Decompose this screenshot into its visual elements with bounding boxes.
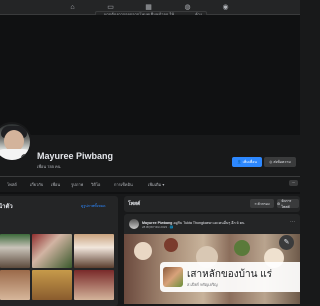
post-author-avatar[interactable] xyxy=(129,219,139,229)
message-label: ส่งข้อความ xyxy=(273,160,291,164)
photo-thumb[interactable] xyxy=(74,270,114,300)
overlay-subtitle: ส.เปียร์ หรัญเจริญ xyxy=(187,282,218,287)
tab-checkins[interactable]: การเช็คอิน xyxy=(114,181,133,188)
home-icon[interactable]: ⌂ xyxy=(68,3,77,12)
overlay-thumbnail xyxy=(163,267,183,287)
add-friend-icon: 👤 xyxy=(237,160,242,164)
tab-photos[interactable]: รูปภาพ xyxy=(71,181,83,188)
manage-posts-button[interactable]: ⚙ จัดการโพสต์ xyxy=(277,198,299,209)
post-meta[interactable]: 28 พฤษภาคม 2023 · 🌐 xyxy=(142,225,174,230)
photo-thumb[interactable] xyxy=(74,234,114,268)
posts-title: โพสต์ xyxy=(128,201,141,207)
filter-icon: ≡ xyxy=(254,201,257,206)
messenger-icon[interactable]: ✎ xyxy=(279,235,294,250)
tab-about[interactable]: เกี่ยวกับ xyxy=(30,181,43,188)
more-options-button[interactable]: ··· xyxy=(289,180,298,186)
divider xyxy=(0,176,300,177)
message-button[interactable]: ◎ ส่งข้อความ xyxy=(264,157,296,167)
tab-posts[interactable]: โพสต์ xyxy=(7,181,17,188)
friend-count[interactable]: เพื่อน 785 คน xyxy=(37,163,60,170)
camera-icon[interactable]: ● xyxy=(21,154,29,160)
profile-tabs: โพสต์ เกี่ยวกับ เพื่อน รูปภาพ วิดีโอ การ… xyxy=(0,181,300,191)
media-overlay[interactable]: เสาหลักของบ้าน แร่ ส.เปียร์ หรัญเจริญ xyxy=(160,262,300,292)
manage-label: จัดการโพสต์ xyxy=(281,198,292,209)
filter-label: ตัวกรอง xyxy=(257,201,270,206)
photos-card-title: นำตัว xyxy=(0,204,13,210)
cover-photo[interactable] xyxy=(0,15,300,135)
photo-thumb[interactable] xyxy=(0,270,30,300)
photos-card: นำตัว ดูรูปภาพทั้งหมด xyxy=(0,196,118,306)
profile-name: Mayuree Piwbang xyxy=(37,151,114,161)
add-friend-label: เพิ่มเพื่อน xyxy=(242,160,257,164)
post-options-button[interactable]: ··· xyxy=(290,219,295,225)
tab-friends[interactable]: เพื่อน xyxy=(51,181,60,188)
messenger-icon: ◎ xyxy=(269,160,273,164)
tab-videos[interactable]: วิดีโอ xyxy=(91,181,100,188)
overlay-title: เสาหลักของบ้าน แร่ xyxy=(187,269,273,280)
settings-icon: ⚙ xyxy=(277,201,281,206)
post-action: อยู่กับ Tukta Thongkaew และคนอื่นๆ อีก 6… xyxy=(173,221,245,225)
add-friend-button[interactable]: 👤 เพิ่มเพื่อน xyxy=(232,157,262,167)
see-all-photos-link[interactable]: ดูรูปภาพทั้งหมด xyxy=(81,203,106,209)
filter-button[interactable]: ≡ ตัวกรอง xyxy=(250,199,274,208)
photo-thumb[interactable] xyxy=(0,234,30,268)
tab-more[interactable]: เพิ่มเติม ▾ xyxy=(148,181,164,188)
posts-header: โพสต์ ≡ ตัวกรอง ⚙ จัดการโพสต์ xyxy=(124,196,300,212)
photo-thumb[interactable] xyxy=(32,234,72,268)
profile-avatar[interactable]: ● xyxy=(0,122,32,162)
section-separator xyxy=(0,192,300,194)
gaming-icon[interactable]: ◉ xyxy=(221,3,230,12)
photo-thumb[interactable] xyxy=(32,270,72,300)
